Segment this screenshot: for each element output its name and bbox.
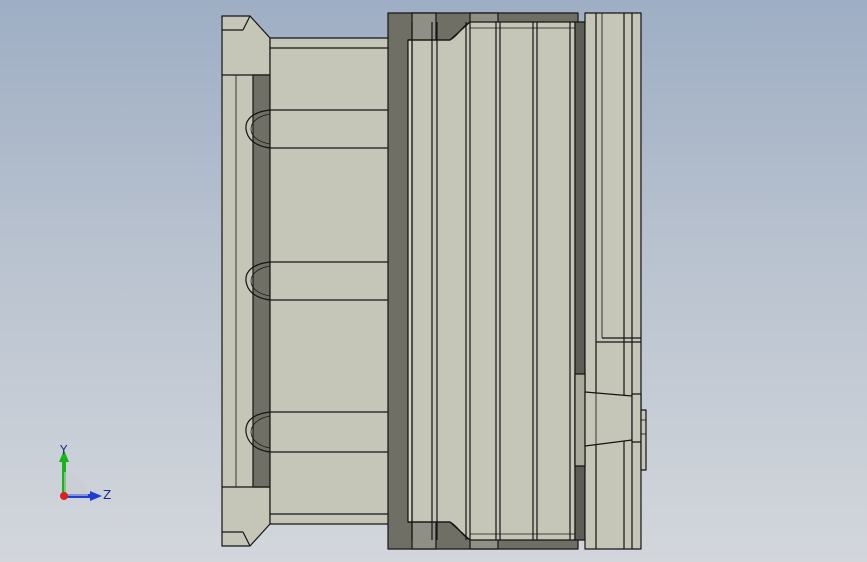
cad-viewport[interactable]: Y Z <box>0 0 867 562</box>
part-model[interactable] <box>0 0 867 562</box>
ribbed-shell <box>407 21 576 541</box>
end-plate <box>574 12 642 550</box>
orientation-triad[interactable]: Y Z <box>50 440 120 510</box>
z-axis-label: Z <box>103 488 111 502</box>
z-axis-head <box>90 491 102 501</box>
x-axis-dot <box>60 492 68 500</box>
y-axis-label: Y <box>59 443 68 457</box>
triad-arc <box>64 472 88 496</box>
